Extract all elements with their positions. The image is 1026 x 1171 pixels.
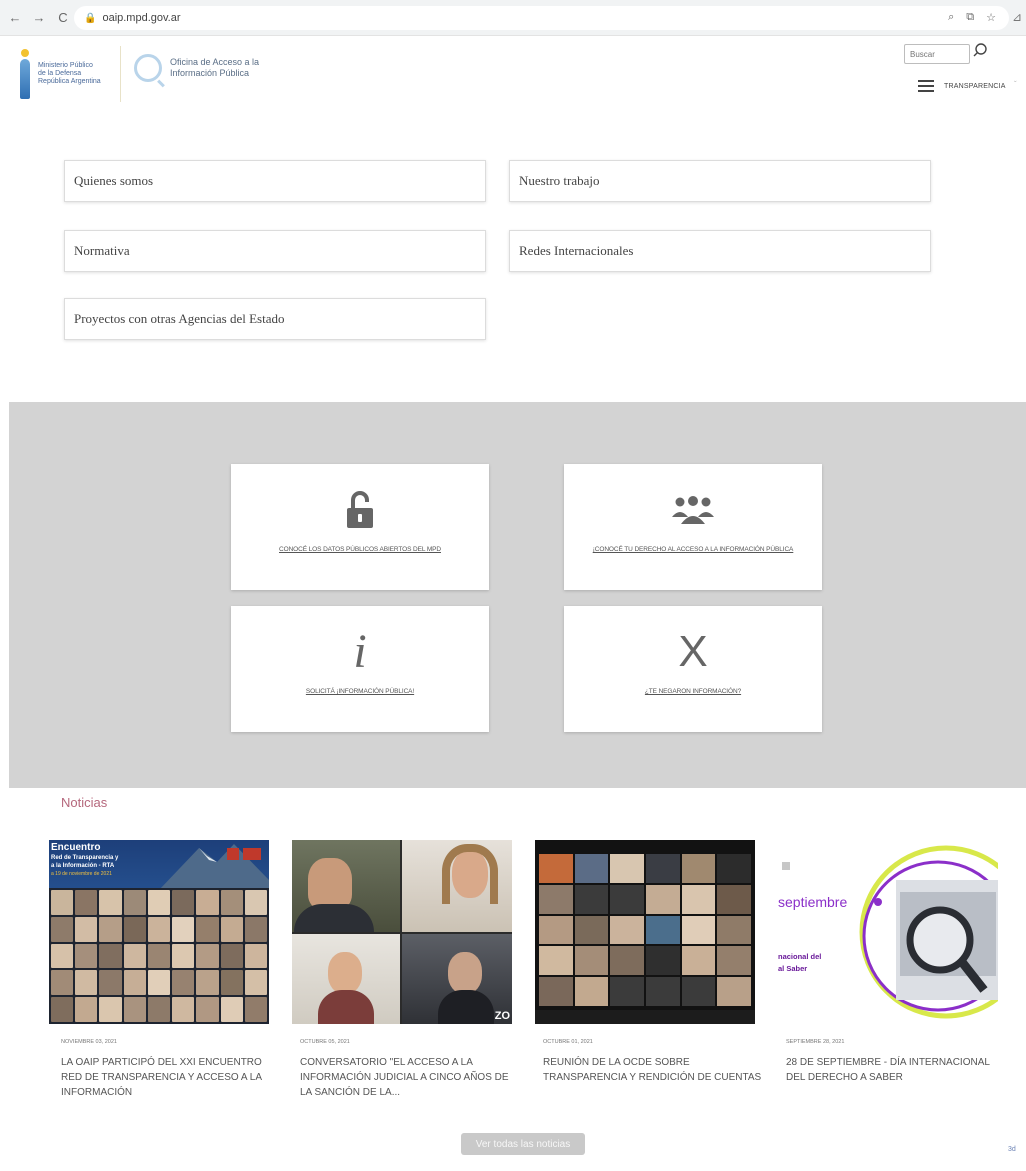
url-text: oaip.mpd.gov.ar [102, 12, 181, 24]
meeting-toolbar [535, 1010, 755, 1024]
news-card[interactable]: ZO [292, 840, 512, 1024]
corner-mark: 3d [1008, 1146, 1016, 1153]
news-headline[interactable]: LA OAIP PARTICIPÓ DEL XXI ENCUENTRO RED … [61, 1055, 281, 1100]
news-headline[interactable]: 28 DE SEPTIEMBRE - DÍA INTERNACIONAL DEL… [786, 1055, 1006, 1085]
flag-badge [243, 848, 261, 860]
flag-badge [227, 848, 239, 860]
news-date: SEPTIEMBRE 28, 2021 [786, 1039, 845, 1045]
lock-open-icon [347, 491, 373, 528]
news-image[interactable]: ZO [292, 840, 512, 1024]
news-date: NOVIEMBRE 03, 2021 [61, 1039, 117, 1045]
news-image-text: a la Información - RTA [51, 863, 115, 869]
search-icon[interactable] [972, 42, 988, 58]
back-button[interactable]: ← [6, 9, 24, 27]
news-image[interactable] [535, 840, 755, 1024]
video-call-grid [49, 888, 269, 1024]
mpd-logo-line: de la Defensa [38, 70, 82, 77]
news-image-text: a 19 de noviembre de 2021 [51, 871, 112, 877]
card-label: SOLICITÁ ¡INFORMACIÓN PÚBLICA! [305, 688, 415, 695]
card-solicita-informacion[interactable]: i SOLICITÁ ¡INFORMACIÓN PÚBLICA! [231, 606, 489, 732]
news-card[interactable] [535, 840, 755, 1024]
info-icon: i [353, 625, 367, 678]
reload-button[interactable]: C [54, 9, 72, 27]
participant-face [328, 952, 362, 994]
extension-icon[interactable]: ⊿ [1012, 10, 1022, 24]
news-image[interactable]: Encuentro Red de Transparencia y a la In… [49, 840, 269, 1024]
card-te-negaron[interactable]: X ¿TE NEGARON INFORMACIÓN? [564, 606, 822, 732]
menu-normativa[interactable]: Normativa [64, 230, 486, 272]
news-headline[interactable]: REUNIÓN DE LA OCDE SOBRE TRANSPARENCIA Y… [543, 1055, 763, 1085]
menu-icon[interactable] [918, 80, 934, 92]
lock-icon: 🔒 [84, 12, 97, 24]
people-icon [672, 496, 714, 524]
chevron-down-icon[interactable]: ˇ [1014, 80, 1017, 89]
search-input[interactable] [904, 44, 970, 64]
address-bar[interactable]: 🔒 oaip.mpd.gov.ar [74, 6, 1009, 30]
translate-icon[interactable]: ⧉ [966, 11, 974, 24]
oaip-logo-line: Oficina de Acceso a la [170, 57, 260, 67]
quick-access-section: CONOCÉ LOS DATOS PÚBLICOS ABIERTOS DEL M… [9, 402, 1026, 788]
menu-proyectos-agencias[interactable]: Proyectos con otras Agencias del Estado [64, 298, 486, 340]
card-label: CONOCÉ LOS DATOS PÚBLICOS ABIERTOS DEL M… [279, 546, 441, 553]
mpd-logo[interactable]: Ministerio Público de la Defensa Repúbli… [18, 44, 118, 104]
news-image-text: al Saber [778, 964, 808, 973]
mpd-figure-icon [18, 49, 32, 99]
menu-quienes-somos[interactable]: Quienes somos [64, 160, 486, 202]
card-derecho-acceso[interactable]: ¡CONOCÉ TU DERECHO AL ACCESO A LA INFORM… [564, 464, 822, 590]
mpd-logo-line: Ministerio Público [38, 62, 93, 69]
news-image-text: ZO [494, 1010, 510, 1022]
news-card[interactable]: septiembre nacional del al Saber [778, 840, 998, 1024]
video-call-grid [539, 854, 751, 1006]
card-datos-abiertos[interactable]: CONOCÉ LOS DATOS PÚBLICOS ABIERTOS DEL M… [231, 464, 489, 590]
zoom-icon[interactable]: ⌕ [948, 11, 954, 24]
magnifier-illustration-icon [782, 845, 998, 1019]
card-label: ¡CONOCÉ TU DERECHO AL ACCESO A LA INFORM… [592, 546, 794, 553]
news-headline[interactable]: CONVERSATORIO "EL ACCESO A LA INFORMACIÓ… [300, 1055, 520, 1100]
news-section-title: Noticias [61, 795, 108, 810]
card-label: ¿TE NEGARON INFORMACIÓN? [644, 688, 742, 695]
mpd-logo-line: República Argentina [38, 78, 101, 85]
bookmark-star-icon[interactable]: ☆ [986, 11, 996, 24]
news-date: OCTUBRE 05, 2021 [300, 1039, 350, 1045]
news-card[interactable]: Encuentro Red de Transparencia y a la In… [49, 840, 269, 1024]
transparency-link[interactable]: TRANSPARENCIA [944, 83, 1006, 90]
magnifier-logo-icon [134, 54, 162, 82]
logo-divider [120, 46, 121, 102]
address-bar-actions: ⌕ ⧉ ☆ [948, 11, 996, 24]
menu-nuestro-trabajo[interactable]: Nuestro trabajo [509, 160, 931, 202]
participant-face [448, 952, 482, 994]
oaip-logo-line: Información Pública [170, 68, 250, 78]
participant-face [308, 858, 352, 910]
news-image-text: Encuentro [51, 842, 101, 853]
menu-redes-internacionales[interactable]: Redes Internacionales [509, 230, 931, 272]
news-image-text: nacional del [778, 952, 822, 961]
all-news-button[interactable]: Ver todas las noticias [461, 1133, 585, 1155]
forward-button[interactable]: → [30, 9, 48, 27]
news-image-text: Red de Transparencia y [51, 855, 119, 861]
browser-toolbar: ← → C 🔒 oaip.mpd.gov.ar ⌕ ⧉ ☆ ⊿ [0, 0, 1026, 36]
news-image-text: septiembre [778, 894, 848, 910]
news-image[interactable]: septiembre nacional del al Saber [778, 840, 998, 1024]
news-date: OCTUBRE 01, 2021 [543, 1039, 593, 1045]
x-icon: X [678, 627, 708, 676]
site-header: Ministerio Público de la Defensa Repúbli… [0, 36, 1026, 116]
oaip-logo[interactable]: Oficina de Acceso a la Información Públi… [134, 54, 259, 82]
